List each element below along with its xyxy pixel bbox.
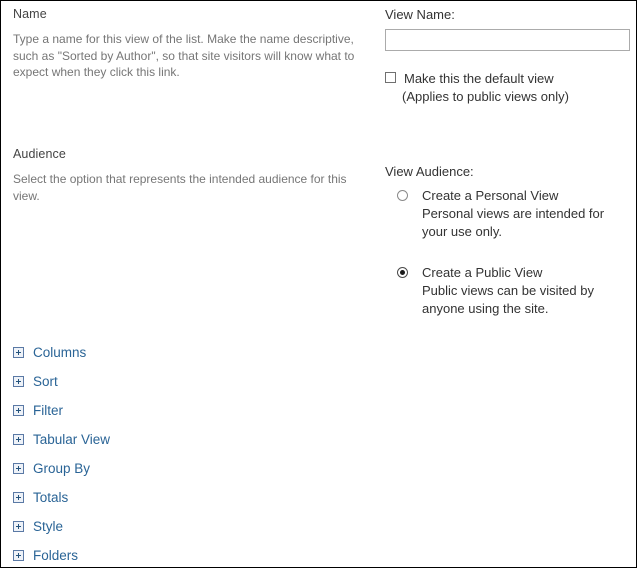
expand-plus-icon[interactable] <box>13 492 24 503</box>
name-section-right: View Name: Make this the default view (A… <box>385 7 630 105</box>
default-view-checkbox-sublabel: (Applies to public views only) <box>402 89 569 104</box>
view-settings-page: Name Type a name for this view of the li… <box>0 0 637 568</box>
name-section-title: Name <box>13 7 47 21</box>
radio-label-personal-view: Create a Personal View <box>422 188 559 203</box>
expand-plus-icon[interactable] <box>13 463 24 474</box>
expandable-section-label[interactable]: Tabular View <box>33 432 110 447</box>
expand-plus-icon[interactable] <box>13 376 24 387</box>
radio-description-personal-view: Personal views are intended for your use… <box>422 206 605 239</box>
expandable-section-columns[interactable]: Columns <box>13 344 353 373</box>
audience-section-right: View Audience: Create a Personal View Pe… <box>385 164 630 318</box>
radio-icon-unselected[interactable] <box>397 190 408 201</box>
expandable-section-group-by[interactable]: Group By <box>13 460 353 489</box>
expandable-section-label[interactable]: Style <box>33 519 63 534</box>
view-name-input[interactable] <box>385 29 630 51</box>
name-section-left: Name Type a name for this view of the li… <box>13 7 368 81</box>
expandable-section-tabular-view[interactable]: Tabular View <box>13 431 353 460</box>
expandable-section-filter[interactable]: Filter <box>13 402 353 431</box>
expandable-section-folders[interactable]: Folders <box>13 547 353 567</box>
expand-plus-icon[interactable] <box>13 405 24 416</box>
radio-label-public-view: Create a Public View <box>422 265 543 280</box>
expandable-section-label[interactable]: Filter <box>33 403 63 418</box>
expandable-section-style[interactable]: Style <box>13 518 353 547</box>
radio-description-public-view: Public views can be visited by anyone us… <box>422 283 594 316</box>
audience-section-left: Audience Select the option that represen… <box>13 147 368 204</box>
radio-option-public-view[interactable]: Create a Public View Public views can be… <box>397 264 630 318</box>
audience-section-description: Select the option that represents the in… <box>13 172 347 203</box>
expand-plus-icon[interactable] <box>13 347 24 358</box>
name-section-description: Type a name for this view of the list. M… <box>13 32 355 79</box>
page-content: Name Type a name for this view of the li… <box>1 1 636 567</box>
default-view-checkbox-row[interactable]: Make this the default view <box>385 70 630 88</box>
expandable-section-totals[interactable]: Totals <box>13 489 353 518</box>
expandable-section-sort[interactable]: Sort <box>13 373 353 402</box>
expandable-section-label[interactable]: Folders <box>33 548 78 563</box>
view-audience-radio-group: Create a Personal View Personal views ar… <box>385 187 630 318</box>
radio-option-personal-view[interactable]: Create a Personal View Personal views ar… <box>397 187 630 241</box>
expandable-section-label[interactable]: Sort <box>33 374 58 389</box>
expandable-section-label[interactable]: Totals <box>33 490 68 505</box>
expandable-section-list: Columns Sort Filter Tabular View Group B… <box>13 344 353 567</box>
view-name-label: View Name: <box>385 7 455 22</box>
default-view-checkbox-label: Make this the default view <box>404 71 554 86</box>
view-audience-label: View Audience: <box>385 164 474 179</box>
expand-plus-icon[interactable] <box>13 521 24 532</box>
checkbox-icon[interactable] <box>385 72 396 83</box>
audience-section-title: Audience <box>13 147 66 161</box>
expandable-section-label[interactable]: Group By <box>33 461 90 476</box>
radio-icon-selected[interactable] <box>397 267 408 278</box>
expandable-section-label[interactable]: Columns <box>33 345 86 360</box>
expand-plus-icon[interactable] <box>13 550 24 561</box>
expand-plus-icon[interactable] <box>13 434 24 445</box>
